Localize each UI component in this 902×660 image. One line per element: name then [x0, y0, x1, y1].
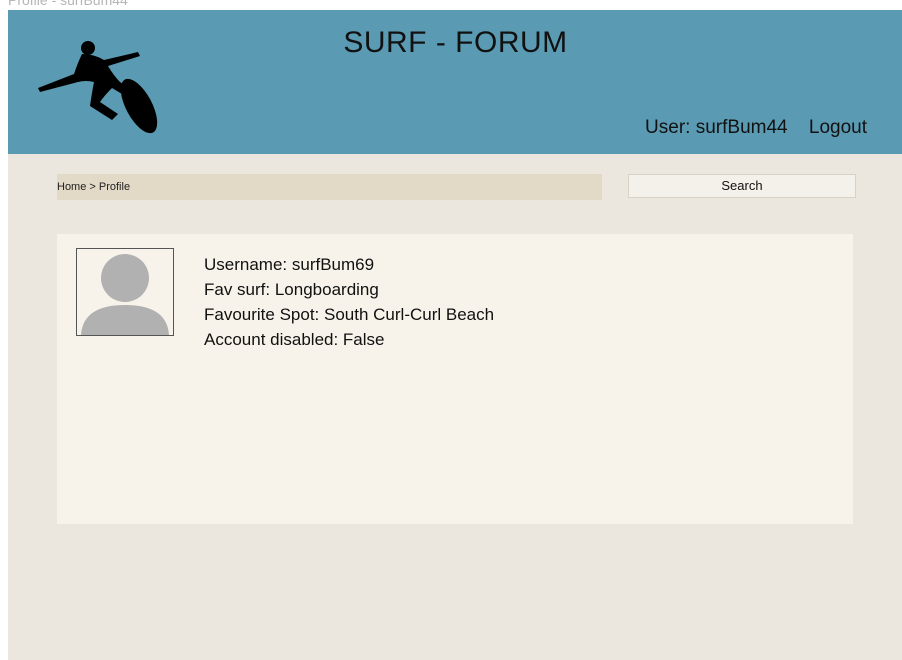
site-header: SURF - FORUM User: surfBum44 Logout: [8, 10, 902, 154]
profile-fav-surf: Fav surf: Longboarding: [204, 280, 379, 299]
avatar: [76, 248, 174, 336]
profile-card: Username: surfBum69 Fav surf: Longboardi…: [57, 234, 853, 524]
app-window: SURF - FORUM User: surfBum44 Logout Home…: [8, 10, 902, 660]
profile-favourite-spot: Favourite Spot: South Curl-Curl Beach: [204, 305, 495, 324]
breadcrumb: Home > Profile: [57, 174, 602, 200]
search-button[interactable]: Search: [628, 174, 856, 198]
profile-account-disabled: Account disabled: False: [204, 330, 385, 349]
site-title: SURF - FORUM: [343, 26, 568, 59]
user-area: User: surfBum44 Logout: [645, 117, 867, 139]
logout-link[interactable]: Logout: [809, 117, 867, 138]
profile-info: Username: surfBum69 Fav surf: Longboardi…: [204, 252, 494, 352]
current-user-label: User: surfBum44: [645, 117, 788, 138]
default-user-avatar-icon: [81, 254, 169, 335]
breadcrumb-text[interactable]: Home > Profile: [57, 181, 130, 193]
window-caption: Profile - surfBum44: [8, 0, 128, 8]
profile-username: Username: surfBum69: [204, 255, 375, 274]
